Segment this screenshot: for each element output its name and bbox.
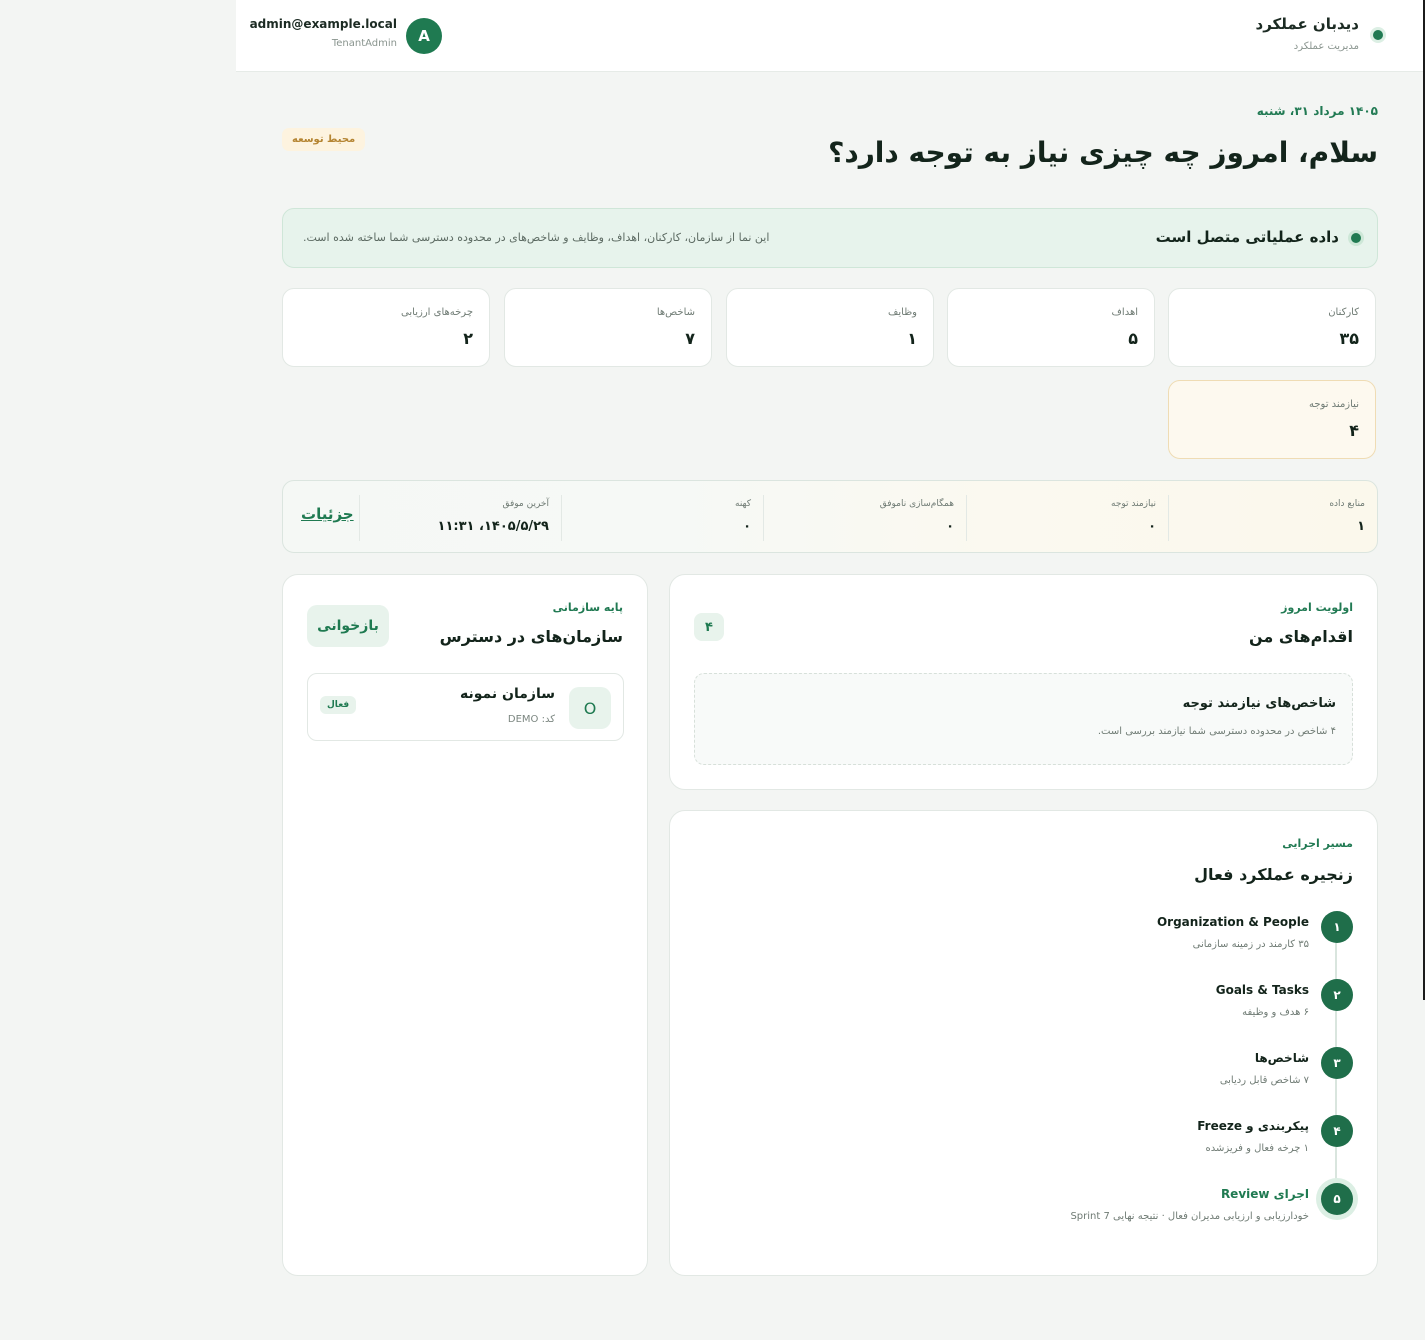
org-icon: O	[569, 687, 611, 729]
cell-value: ۰	[946, 519, 954, 534]
stat-card-needs-attention[interactable]: نیازمند توجه ۴	[1168, 380, 1376, 459]
sources-cell-failed-sync: همگام‌سازی ناموفق ۰	[763, 495, 966, 541]
actions-eyebrow: اولویت امروز	[1281, 601, 1353, 614]
step-desc: ۱ چرخه فعال و فریزشده	[1205, 1143, 1309, 1154]
stat-label: شاخص‌ها	[656, 307, 695, 318]
stat-card-tasks[interactable]: وظایف ۱	[726, 288, 934, 367]
actions-count-badge: ۴	[694, 613, 724, 641]
step-desc: ۶ هدف و وظیفه	[1242, 1007, 1309, 1018]
banner-title: داده عملیاتی متصل است	[1155, 228, 1339, 246]
orgs-title: سازمان‌های در دسترس	[439, 627, 623, 646]
step-title: Goals & Tasks	[1215, 983, 1309, 997]
my-actions-panel: اولویت امروز اقدام‌های من ۴ شاخص‌های نیا…	[669, 574, 1378, 790]
action-item-desc: ۴ شاخص در محدوده دسترسی شما نیازمند بررس…	[1097, 726, 1336, 737]
cell-label: کهنه	[735, 499, 751, 509]
cell-value: ۱	[1357, 519, 1365, 534]
stat-label: اهداف	[1111, 307, 1138, 318]
org-code: کد: DEMO	[507, 714, 555, 725]
details-link[interactable]: جزئیات	[301, 505, 354, 523]
environment-badge: محیط توسعه	[282, 128, 366, 151]
stat-label: چرخه‌های ارزیابی	[401, 307, 473, 318]
action-item-title: شاخص‌های نیازمند توجه	[1182, 696, 1336, 711]
cell-value: ۱۴۰۵/۵/۲۹، ۱۱:۳۱	[437, 519, 549, 534]
stat-label: وظایف	[888, 307, 917, 318]
reload-button[interactable]: بازخوانی	[307, 605, 389, 647]
chain-step-2[interactable]: ۲ Goals & Tasks ۶ هدف و وظیفه	[697, 979, 1377, 1039]
step-desc: خودارزیابی و ارزیابی مدیران فعال · نتیجه…	[1070, 1211, 1309, 1222]
sources-cell-count: منابع داده ۱	[1168, 495, 1377, 541]
current-date: ۱۴۰۵ مرداد ۳۱، شنبه	[1256, 104, 1378, 118]
step-title: شاخص‌ها	[1254, 1051, 1309, 1065]
dashboard-page: دیدبان عملکرد مدیریت عملکرد A admin@exam…	[236, 0, 1425, 1340]
cell-value: ۰	[743, 519, 751, 534]
stat-label: کارکنان	[1328, 307, 1359, 318]
stat-value: ۳۵	[1339, 329, 1359, 348]
stat-value: ۵	[1128, 329, 1138, 348]
step-desc: ۳۵ کارمند در زمینه سازمانی	[1192, 939, 1309, 950]
step-desc: ۷ شاخص قابل ردیابی	[1219, 1075, 1309, 1086]
chain-step-4[interactable]: ۴ پیکربندی و Freeze ۱ چرخه فعال و فریزشد…	[697, 1115, 1377, 1175]
stat-card-goals[interactable]: اهداف ۵	[947, 288, 1155, 367]
data-sources-strip: منابع داده ۱ نیازمند توجه ۰ همگام‌سازی ن…	[282, 480, 1378, 553]
chain-step-1[interactable]: ۱ Organization & People ۳۵ کارمند در زمی…	[697, 911, 1377, 971]
action-item-kpis-attention[interactable]: شاخص‌های نیازمند توجه ۴ شاخص در محدوده د…	[694, 673, 1353, 765]
step-title: پیکربندی و Freeze	[1197, 1119, 1309, 1133]
cell-label: منابع داده	[1329, 499, 1365, 509]
page-title: سلام، امروز چه چیزی نیاز به توجه دارد؟	[828, 136, 1378, 169]
org-list-item[interactable]: O سازمان نمونه کد: DEMO فعال	[307, 673, 624, 741]
cell-label: همگام‌سازی ناموفق	[879, 499, 954, 509]
cell-value: ۰	[1148, 519, 1156, 534]
chain-step-5[interactable]: ۵ اجرای Review خودارزیابی و ارزیابی مدیر…	[697, 1183, 1377, 1243]
brand-subtitle: مدیریت عملکرد	[1293, 41, 1359, 52]
stat-card-kpis[interactable]: شاخص‌ها ۷	[504, 288, 712, 367]
chain-eyebrow: مسیر اجرایی	[1282, 837, 1353, 850]
sources-cell-attention: نیازمند توجه ۰	[966, 495, 1168, 541]
step-number: ۳	[1321, 1047, 1353, 1079]
chain-step-3[interactable]: ۳ شاخص‌ها ۷ شاخص قابل ردیابی	[697, 1047, 1377, 1107]
top-bar: دیدبان عملکرد مدیریت عملکرد A admin@exam…	[236, 0, 1425, 72]
step-title: Organization & People	[1156, 915, 1309, 929]
stat-value: ۴	[1349, 421, 1359, 440]
user-role: TenantAdmin	[331, 38, 397, 49]
performance-chain-panel: مسیر اجرایی زنجیره عملکرد فعال ۱ Organiz…	[669, 810, 1378, 1276]
status-dot-icon	[1373, 30, 1383, 40]
orgs-eyebrow: پایه سازمانی	[552, 601, 623, 614]
step-number: ۵	[1321, 1183, 1353, 1215]
step-number: ۱	[1321, 911, 1353, 943]
sources-cell-stale: کهنه ۰	[561, 495, 763, 541]
cell-label: نیازمند توجه	[1111, 499, 1156, 509]
stat-value: ۱	[907, 329, 917, 348]
connection-banner: داده عملیاتی متصل است این نما از سازمان،…	[282, 208, 1378, 268]
step-number: ۲	[1321, 979, 1353, 1011]
step-title: اجرای Review	[1220, 1187, 1309, 1201]
stat-value: ۷	[685, 329, 695, 348]
connected-dot-icon	[1351, 233, 1361, 243]
stat-card-employees[interactable]: کارکنان ۳۵	[1168, 288, 1376, 367]
cell-label: آخرین موفق	[502, 499, 549, 509]
user-avatar[interactable]: A	[406, 18, 442, 54]
stat-value: ۲	[463, 329, 473, 348]
chain-title: زنجیره عملکرد فعال	[1194, 865, 1353, 884]
org-name: سازمان نمونه	[460, 686, 555, 702]
organizations-panel: پایه سازمانی سازمان‌های در دسترس بازخوان…	[282, 574, 648, 1276]
sources-cell-last-success: آخرین موفق ۱۴۰۵/۵/۲۹، ۱۱:۳۱	[359, 495, 561, 541]
org-status-badge: فعال	[320, 696, 357, 714]
actions-title: اقدام‌های من	[1248, 627, 1353, 646]
banner-text: این نما از سازمان، کارکنان، اهداف، وظایف…	[303, 231, 770, 244]
step-number: ۴	[1321, 1115, 1353, 1147]
stat-label: نیازمند توجه	[1309, 399, 1359, 410]
brand-title: دیدبان عملکرد	[1255, 15, 1359, 33]
stat-card-review-cycles[interactable]: چرخه‌های ارزیابی ۲	[282, 288, 490, 367]
user-email[interactable]: admin@example.local	[250, 17, 397, 31]
